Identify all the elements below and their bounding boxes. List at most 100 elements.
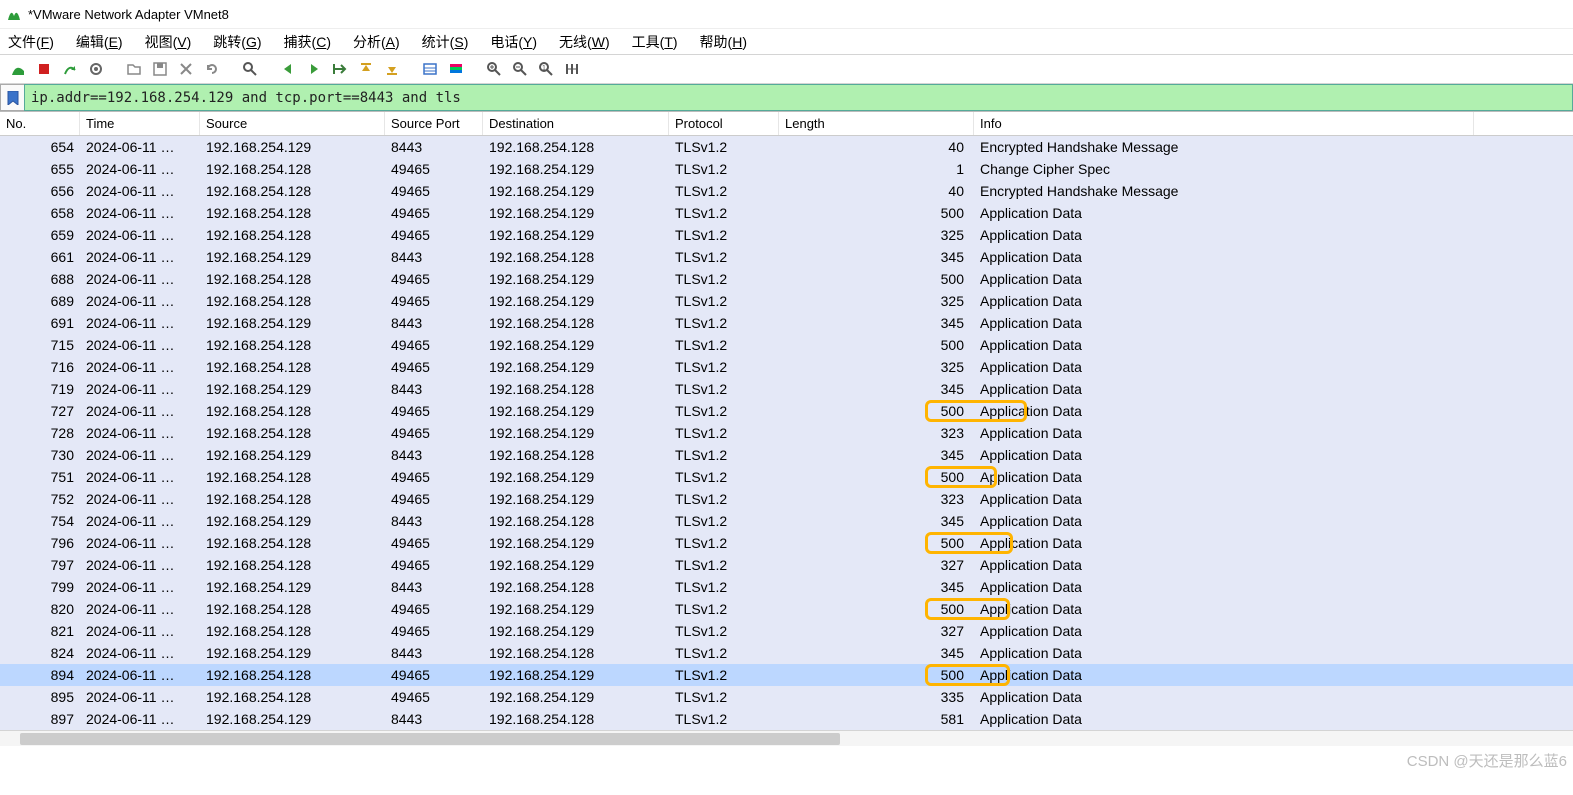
packet-cell: 345	[779, 378, 974, 400]
packet-row[interactable]: 6552024-06-11 …192.168.254.12849465192.1…	[0, 158, 1573, 180]
scrollbar-thumb[interactable]	[20, 733, 840, 745]
packet-row[interactable]: 6912024-06-11 …192.168.254.1298443192.16…	[0, 312, 1573, 334]
column-header[interactable]: Length	[779, 112, 974, 135]
colorize-icon[interactable]	[444, 57, 468, 81]
packet-row[interactable]: 8242024-06-11 …192.168.254.1298443192.16…	[0, 642, 1573, 664]
packet-cell: 192.168.254.129	[483, 532, 669, 554]
packet-cell: 689	[0, 290, 80, 312]
zoom-in-icon[interactable]	[482, 57, 506, 81]
resize-columns-icon[interactable]	[560, 57, 584, 81]
packet-cell: 2024-06-11 …	[80, 686, 200, 708]
packet-row[interactable]: 7992024-06-11 …192.168.254.1298443192.16…	[0, 576, 1573, 598]
packet-row[interactable]: 8202024-06-11 …192.168.254.12849465192.1…	[0, 598, 1573, 620]
packet-cell: 192.168.254.129	[200, 576, 385, 598]
stop-icon[interactable]	[32, 57, 56, 81]
packet-row[interactable]: 7192024-06-11 …192.168.254.1298443192.16…	[0, 378, 1573, 400]
packet-cell: 2024-06-11 …	[80, 532, 200, 554]
top-icon[interactable]	[354, 57, 378, 81]
packet-cell: 192.168.254.129	[483, 158, 669, 180]
packet-row[interactable]: 6582024-06-11 …192.168.254.12849465192.1…	[0, 202, 1573, 224]
menu-f[interactable]: 文件(F)	[8, 32, 54, 52]
find-icon[interactable]	[238, 57, 262, 81]
column-header[interactable]: Protocol	[669, 112, 779, 135]
packet-row[interactable]: 8942024-06-11 …192.168.254.12849465192.1…	[0, 664, 1573, 686]
packet-cell: 49465	[385, 466, 483, 488]
menu-c[interactable]: 捕获(C)	[284, 32, 331, 52]
prev-icon[interactable]	[276, 57, 300, 81]
packet-cell: 192.168.254.128	[200, 268, 385, 290]
packet-cell: 754	[0, 510, 80, 532]
column-header[interactable]: Destination	[483, 112, 669, 135]
menu-s[interactable]: 统计(S)	[422, 32, 469, 52]
column-header[interactable]: No.	[0, 112, 80, 135]
autoscroll-icon[interactable]	[418, 57, 442, 81]
packet-cell: Application Data	[974, 312, 1573, 334]
packet-cell: TLSv1.2	[669, 202, 779, 224]
menu-w[interactable]: 无线(W)	[559, 32, 610, 52]
goto-icon[interactable]	[328, 57, 352, 81]
packet-cell: TLSv1.2	[669, 224, 779, 246]
packet-row[interactable]: 8212024-06-11 …192.168.254.12849465192.1…	[0, 620, 1573, 642]
column-header[interactable]: Source Port	[385, 112, 483, 135]
packet-row[interactable]: 6562024-06-11 …192.168.254.12849465192.1…	[0, 180, 1573, 202]
column-header[interactable]: Info	[974, 112, 1474, 135]
display-filter-input[interactable]	[24, 84, 1573, 111]
packet-row[interactable]: 7522024-06-11 …192.168.254.12849465192.1…	[0, 488, 1573, 510]
next-icon[interactable]	[302, 57, 326, 81]
packet-cell: 192.168.254.128	[200, 356, 385, 378]
packet-cell: TLSv1.2	[669, 642, 779, 664]
packet-row[interactable]: 7282024-06-11 …192.168.254.12849465192.1…	[0, 422, 1573, 444]
packet-row[interactable]: 7972024-06-11 …192.168.254.12849465192.1…	[0, 554, 1573, 576]
horizontal-scrollbar[interactable]	[0, 730, 1573, 746]
open-icon[interactable]	[122, 57, 146, 81]
packet-row[interactable]: 6592024-06-11 …192.168.254.12849465192.1…	[0, 224, 1573, 246]
packet-row[interactable]: 7962024-06-11 …192.168.254.12849465192.1…	[0, 532, 1573, 554]
column-header[interactable]: Source	[200, 112, 385, 135]
column-header[interactable]: Time	[80, 112, 200, 135]
packet-row[interactable]: 7542024-06-11 …192.168.254.1298443192.16…	[0, 510, 1573, 532]
bottom-icon[interactable]	[380, 57, 404, 81]
packet-row[interactable]: 7152024-06-11 …192.168.254.12849465192.1…	[0, 334, 1573, 356]
packet-cell: 8443	[385, 510, 483, 532]
packet-row[interactable]: 7302024-06-11 …192.168.254.1298443192.16…	[0, 444, 1573, 466]
packet-cell: TLSv1.2	[669, 598, 779, 620]
options-icon[interactable]	[84, 57, 108, 81]
packet-row[interactable]: 8952024-06-11 …192.168.254.12849465192.1…	[0, 686, 1573, 708]
packet-row[interactable]: 6882024-06-11 …192.168.254.12849465192.1…	[0, 268, 1573, 290]
packet-row[interactable]: 6892024-06-11 …192.168.254.12849465192.1…	[0, 290, 1573, 312]
save-icon[interactable]	[148, 57, 172, 81]
restart-icon[interactable]	[58, 57, 82, 81]
packet-row[interactable]: 6612024-06-11 …192.168.254.1298443192.16…	[0, 246, 1573, 268]
packet-row[interactable]: 7512024-06-11 …192.168.254.12849465192.1…	[0, 466, 1573, 488]
shark-fin-icon[interactable]	[6, 57, 30, 81]
packet-row[interactable]: 7272024-06-11 …192.168.254.12849465192.1…	[0, 400, 1573, 422]
menu-y[interactable]: 电话(Y)	[490, 32, 537, 52]
packet-cell: 192.168.254.129	[483, 290, 669, 312]
close-icon[interactable]	[174, 57, 198, 81]
reload-icon[interactable]	[200, 57, 224, 81]
packet-cell: Application Data	[974, 664, 1573, 686]
packet-cell: 192.168.254.129	[200, 708, 385, 730]
menu-g[interactable]: 跳转(G)	[213, 32, 261, 52]
menu-h[interactable]: 帮助(H)	[700, 32, 747, 52]
packet-cell: 192.168.254.129	[200, 246, 385, 268]
zoom-reset-icon[interactable]: 1	[534, 57, 558, 81]
menu-t[interactable]: 工具(T)	[632, 32, 678, 52]
packet-cell: 192.168.254.128	[200, 180, 385, 202]
packet-row[interactable]: 8972024-06-11 …192.168.254.1298443192.16…	[0, 708, 1573, 730]
bookmark-icon[interactable]	[0, 84, 24, 111]
packet-cell: 715	[0, 334, 80, 356]
packet-cell: 654	[0, 136, 80, 158]
packet-row[interactable]: 7162024-06-11 …192.168.254.12849465192.1…	[0, 356, 1573, 378]
packet-cell: TLSv1.2	[669, 576, 779, 598]
packet-row[interactable]: 6542024-06-11 …192.168.254.1298443192.16…	[0, 136, 1573, 158]
packet-cell: 49465	[385, 268, 483, 290]
menu-a[interactable]: 分析(A)	[353, 32, 400, 52]
packet-cell: 8443	[385, 576, 483, 598]
zoom-out-icon[interactable]	[508, 57, 532, 81]
menu-e[interactable]: 编辑(E)	[76, 32, 123, 52]
packet-cell: 821	[0, 620, 80, 642]
packet-cell: 2024-06-11 …	[80, 708, 200, 730]
menu-v[interactable]: 视图(V)	[145, 32, 192, 52]
packet-list[interactable]: 6542024-06-11 …192.168.254.1298443192.16…	[0, 136, 1573, 730]
